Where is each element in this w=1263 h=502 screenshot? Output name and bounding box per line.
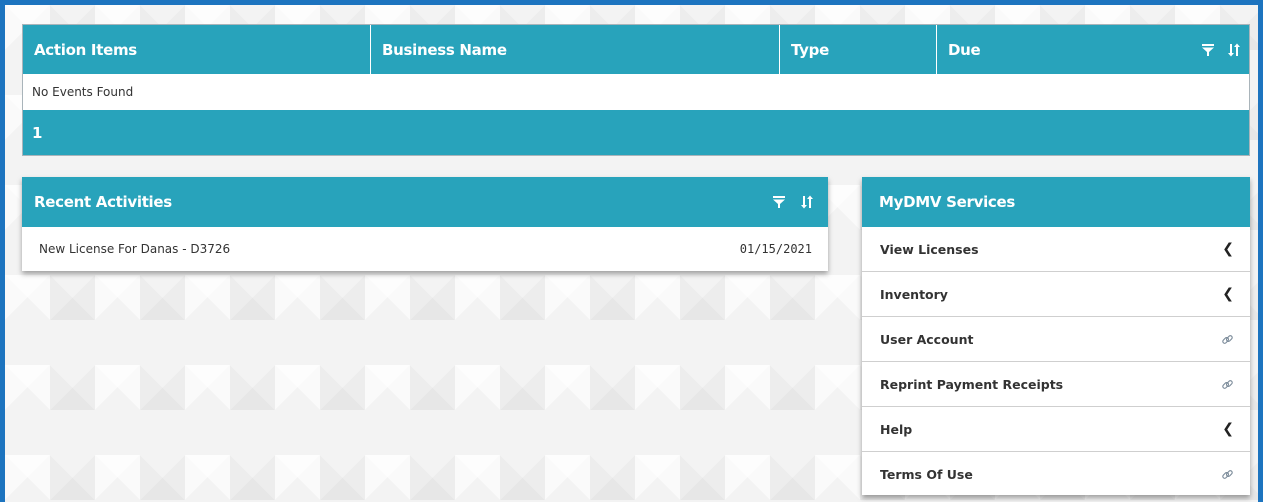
- service-item-user-account[interactable]: User Account: [862, 317, 1250, 362]
- link-icon: [1222, 470, 1233, 479]
- mydmv-services-panel: MyDMV Services View Licenses ❮ Inventory…: [862, 177, 1250, 495]
- service-item-label: Inventory: [880, 286, 948, 302]
- service-item-label: Terms Of Use: [880, 467, 973, 482]
- filter-icon[interactable]: [772, 195, 786, 209]
- action-items-table: Action Items Business Name Type Due No E…: [22, 24, 1250, 156]
- recent-activities-panel: Recent Activities New License For Danas …: [22, 177, 828, 271]
- chevron-left-icon: ❮: [1222, 286, 1234, 302]
- service-item-label: View Licenses: [880, 241, 979, 257]
- empty-message: No Events Found: [23, 74, 1249, 109]
- chevron-left-icon: ❮: [1222, 241, 1234, 257]
- pagination-bar: 1: [23, 110, 1249, 155]
- column-header-type[interactable]: Type: [780, 25, 937, 74]
- service-item-view-licenses[interactable]: View Licenses ❮: [862, 227, 1250, 272]
- activity-date: 01/15/2021: [739, 242, 812, 256]
- action-items-header-icons: [1201, 25, 1241, 74]
- sort-icon[interactable]: [1227, 43, 1241, 57]
- link-icon: [1222, 379, 1233, 389]
- chevron-left-icon: ❮: [1222, 421, 1234, 437]
- page-number[interactable]: 1: [32, 124, 42, 142]
- services-menu: View Licenses ❮ Inventory ❮ User Account…: [862, 227, 1250, 497]
- service-item-label: Reprint Payment Receipts: [880, 376, 1064, 392]
- service-item-label: Help: [880, 421, 913, 437]
- activity-row[interactable]: New License For Danas - D3726 01/15/2021: [22, 227, 828, 271]
- sort-icon[interactable]: [800, 195, 814, 209]
- page-frame: Action Items Business Name Type Due No E…: [0, 0, 1263, 502]
- services-header: MyDMV Services: [862, 177, 1250, 227]
- service-item-reprint-payment-receipts[interactable]: Reprint Payment Receipts: [862, 362, 1250, 407]
- recent-activities-header-icons: [772, 177, 814, 227]
- service-item-label: User Account: [880, 331, 974, 347]
- column-header-business-name[interactable]: Business Name: [371, 25, 780, 74]
- service-item-help[interactable]: Help ❮: [862, 407, 1250, 452]
- service-item-terms-of-use[interactable]: Terms Of Use: [862, 452, 1250, 497]
- activity-text[interactable]: New License For Danas - D3726: [39, 242, 230, 256]
- action-items-header: Action Items Business Name Type Due: [23, 25, 1249, 74]
- link-icon: [1222, 334, 1233, 344]
- recent-activities-title: Recent Activities: [34, 193, 172, 211]
- column-header-action-items[interactable]: Action Items: [23, 25, 371, 74]
- recent-activities-header: Recent Activities: [22, 177, 828, 227]
- service-item-inventory[interactable]: Inventory ❮: [862, 272, 1250, 317]
- filter-icon[interactable]: [1201, 43, 1215, 57]
- services-title: MyDMV Services: [879, 193, 1016, 211]
